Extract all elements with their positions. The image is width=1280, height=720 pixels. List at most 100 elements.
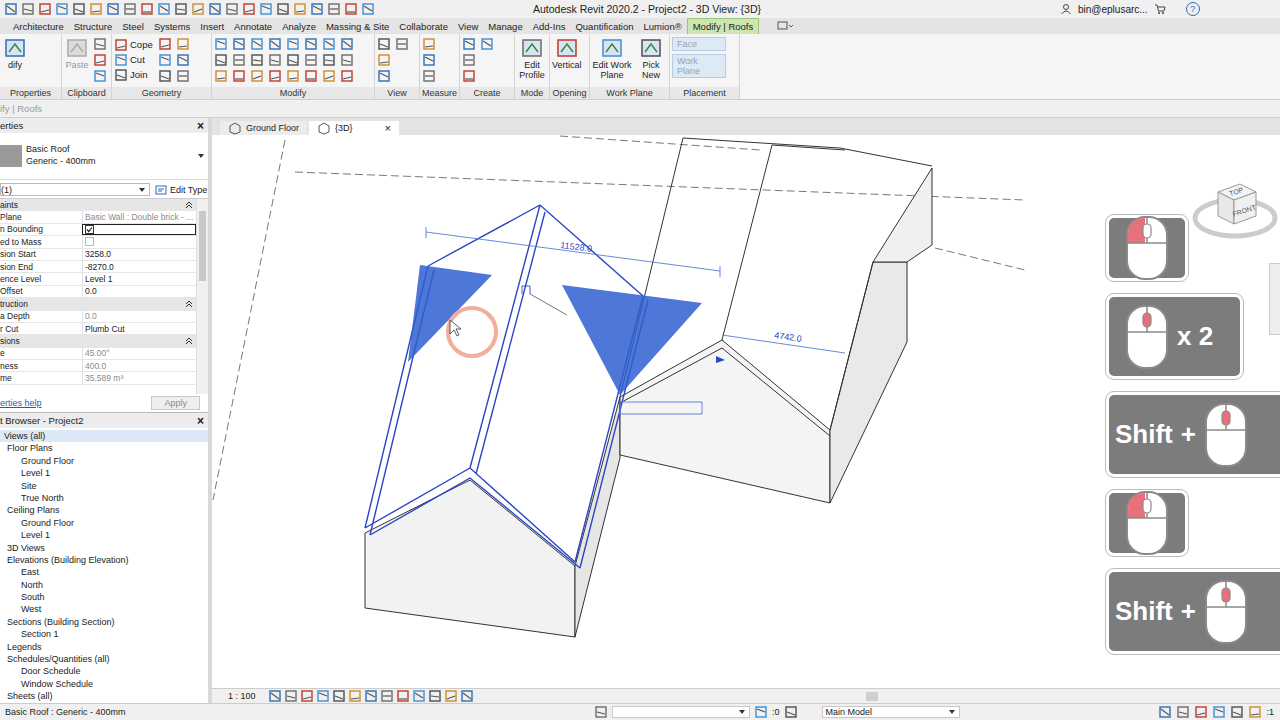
tool-icon[interactable] [114,68,128,82]
quick-access-icon[interactable] [242,2,256,16]
tool-icon[interactable] [322,37,336,51]
tool-icon[interactable] [158,69,172,83]
view-control-icon[interactable] [284,689,298,703]
quick-access-icon[interactable] [293,2,307,16]
browser-tree-item[interactable]: Schedules/Quantities (all) [0,653,208,665]
status-icon[interactable] [1248,705,1262,719]
instance-dropdown[interactable]: (1) [0,183,150,196]
browser-tree-item[interactable]: Ground Floor [0,455,208,467]
tool-icon[interactable] [158,37,172,51]
checkbox-icon[interactable] [85,225,94,234]
view-control-icon[interactable] [300,689,314,703]
help-button[interactable]: ? [1186,2,1200,16]
tool-icon[interactable] [232,69,246,83]
cart-icon[interactable] [1154,3,1166,15]
ribbon-tab[interactable]: Structure [69,18,118,34]
property-row[interactable]: n Bounding [0,224,196,236]
property-row[interactable]: Offset 0.0 [0,286,196,298]
property-row[interactable]: sion Start 3258.0 [0,249,196,261]
ribbon-tab[interactable]: Collaborate [394,18,453,34]
view-control-icon[interactable] [380,689,394,703]
small-tool-button[interactable]: Join [114,67,158,82]
workset-dropdown[interactable] [612,706,750,718]
viewcube-top-label[interactable]: TOP [1228,186,1244,197]
quick-access-icon[interactable] [89,2,103,16]
tool-icon[interactable] [93,37,107,51]
browser-tree-item[interactable]: Views (all) [0,430,208,442]
tool-icon[interactable] [232,37,246,51]
quick-access-icon[interactable] [106,2,120,16]
browser-tree-item[interactable]: Legends [0,641,208,653]
tool-icon[interactable] [268,69,282,83]
tool-icon[interactable] [377,37,391,51]
ribbon-tab[interactable]: Quantification [570,18,638,34]
property-group[interactable]: sions [0,335,196,347]
ribbon-tab[interactable]: Architecture [8,18,69,34]
placement-button[interactable]: Face [672,37,726,51]
large-tool-button[interactable]: Vertical [552,37,582,71]
browser-tree-item[interactable]: Site [0,480,208,492]
selected-roof[interactable] [365,205,648,568]
tool-icon[interactable] [158,53,172,67]
quick-access-icon[interactable] [38,2,52,16]
browser-tree-item[interactable]: Sheets (all) [0,690,208,702]
properties-help-link[interactable]: erties help [0,398,42,408]
quick-access-icon[interactable] [361,2,375,16]
tool-icon[interactable] [340,69,354,83]
view-control-icon[interactable] [444,689,458,703]
status-icon[interactable] [1230,705,1244,719]
large-tool-button[interactable]: Paste [64,37,90,71]
dimension-text[interactable]: 4742.0 [774,330,803,344]
tool-icon[interactable] [322,69,336,83]
apply-button[interactable]: Apply [151,396,200,410]
quick-access-icon[interactable] [21,2,35,16]
property-row[interactable]: e 45.00° [0,348,196,360]
browser-tree-item[interactable]: Section 1 [0,628,208,640]
view-control-icon[interactable] [348,689,362,703]
tool-icon[interactable] [232,53,246,67]
tool-icon[interactable] [340,37,354,51]
quick-access-icon[interactable] [310,2,324,16]
workset-icon[interactable] [594,705,608,719]
tool-icon[interactable] [480,37,494,51]
large-tool-button[interactable]: Edit Profile [517,37,547,81]
tool-icon[interactable] [286,53,300,67]
browser-tree-item[interactable]: True North [0,492,208,504]
3d-view-canvas[interactable]: 11528.04742.0 TOPFRONT x 2Shift + Shift … [212,135,1280,688]
tool-icon[interactable] [176,53,190,67]
view-control-icon[interactable] [412,689,426,703]
quick-access-icon[interactable] [259,2,273,16]
viewcube[interactable]: TOP FRONT [1190,170,1280,250]
tool-icon[interactable] [422,53,436,67]
ribbon-tab[interactable]: Insert [195,18,229,34]
quick-access-icon[interactable] [327,2,341,16]
user-name[interactable]: bin@eplusarc... [1078,4,1148,15]
tool-icon[interactable] [93,69,107,83]
ribbon-tab[interactable]: Steel [117,18,149,34]
tool-icon[interactable] [340,53,354,67]
tool-icon[interactable] [268,53,282,67]
browser-tree-item[interactable]: 3D Views [0,542,208,554]
quick-access-icon[interactable] [225,2,239,16]
tool-icon[interactable] [250,53,264,67]
quick-access-icon[interactable] [208,2,222,16]
quick-access-icon[interactable] [55,2,69,16]
close-button[interactable]: × [197,119,204,133]
ribbon-tab[interactable]: Manage [483,18,527,34]
large-tool-button[interactable]: Pick New [635,37,667,81]
browser-tree-item[interactable]: Floor Plans [0,442,208,454]
tool-icon[interactable] [214,53,228,67]
view-control-icon[interactable] [332,689,346,703]
user-icon[interactable] [1060,3,1072,15]
view-control-icon[interactable] [460,689,474,703]
tool-icon[interactable] [422,37,436,51]
browser-tree-item[interactable]: North [0,579,208,591]
large-tool-button[interactable]: Edit Work Plane [592,37,632,81]
quick-access-icon[interactable] [140,2,154,16]
quick-access-icon[interactable] [4,2,18,16]
browser-tree-item[interactable]: Elevations (Building Elevation) [0,554,208,566]
view-tab[interactable]: Ground Floor [220,121,307,135]
tool-icon[interactable] [322,53,336,67]
viewcube-front-label[interactable]: FRONT [1232,203,1258,217]
property-row[interactable]: sion End -8270.0 [0,261,196,273]
